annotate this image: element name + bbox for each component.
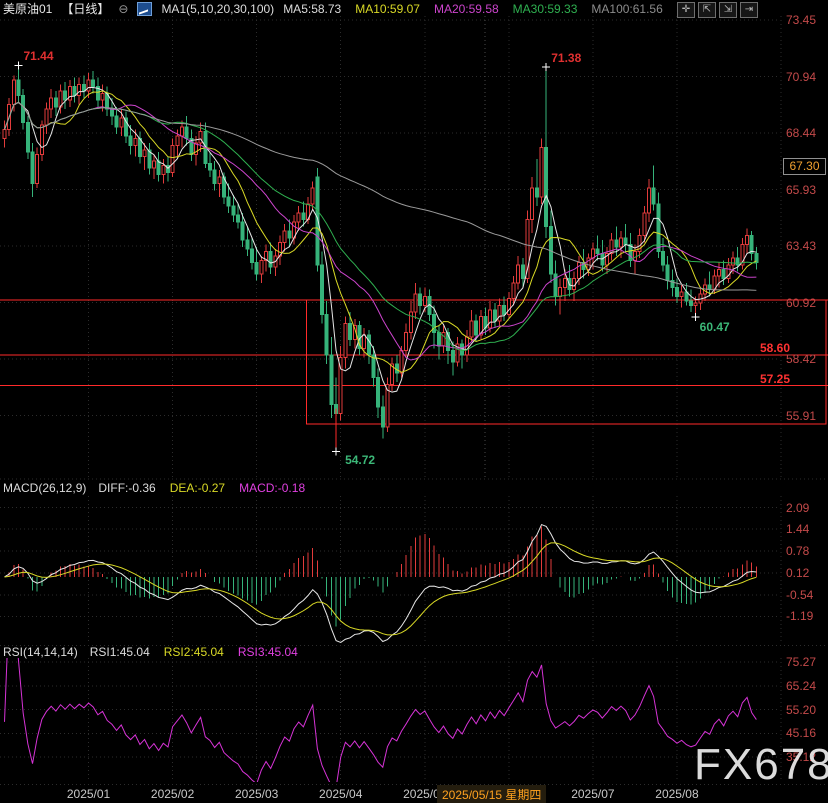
- axis-zoom-out-icon[interactable]: ⇲: [719, 2, 737, 18]
- macd-value-label: MACD:-0.18: [239, 481, 305, 495]
- drawn-line-label: 57.25: [744, 372, 790, 386]
- x-tick-label: 2025/02: [138, 787, 208, 801]
- y-tick-label: 2.09: [786, 501, 828, 515]
- annotation-label: 60.47: [700, 320, 730, 334]
- ma-value-label: MA100:61.56: [591, 2, 662, 16]
- rsi-value-label: RSI1:45.04: [90, 645, 150, 659]
- period-label[interactable]: 【日线】: [61, 0, 109, 17]
- y-tick-label: 70.94: [786, 70, 828, 84]
- y-tick-label: 1.44: [786, 522, 828, 536]
- annotation-label: 71.44: [24, 49, 54, 63]
- symbol-label: 美原油01: [3, 0, 52, 17]
- macd-title[interactable]: MACD(26,12,9): [3, 481, 86, 495]
- x-tick-label: 2025/01: [54, 787, 124, 801]
- x-tick-label: 2025/07: [558, 787, 628, 801]
- watermark: FX678: [694, 740, 828, 790]
- rsi-header: RSI(14,14,14) RSI1:45.04 RSI2:45.04 RSI3:4…: [3, 645, 312, 659]
- chart-canvas[interactable]: [0, 0, 828, 803]
- y-tick-label: 55.91: [786, 409, 828, 423]
- main-chart-header: 美原油01 【日线】 ⊖ MA1(5,10,20,30,100) MA5:58.…: [3, 1, 677, 16]
- x-tick-label: 2025/03: [222, 787, 292, 801]
- annotation-label: 54.72: [345, 453, 375, 467]
- chart-toolbar: ✛⇱⇲⇥: [677, 2, 758, 18]
- ma-value-label: MA5:58.73: [283, 2, 341, 16]
- settings-icon[interactable]: ⊖: [118, 2, 128, 16]
- x-tick-label: 2025/04: [306, 787, 376, 801]
- ma-value-label: MA30:59.33: [513, 2, 578, 16]
- ma-group-label: MA1(5,10,20,30,100): [161, 2, 274, 16]
- ma-value-label: MA20:59.58: [434, 2, 499, 16]
- macd-header: MACD(26,12,9) DIFF:-0.36 DEA:-0.27 MACD:-0…: [3, 481, 319, 495]
- price-crosshair-badge: 67.30: [783, 158, 826, 175]
- y-tick-label: -1.19: [786, 609, 828, 623]
- ma-value-label: MA10:59.07: [355, 2, 420, 16]
- drawn-line-label: 58.60: [744, 341, 790, 355]
- axis-zoom-in-icon[interactable]: ⇱: [698, 2, 716, 18]
- y-tick-label: 75.27: [786, 655, 828, 669]
- date-crosshair-badge: 2025/05/15 星期四: [437, 785, 546, 803]
- macd-value-label: DIFF:-0.36: [98, 481, 155, 495]
- macd-value-label: DEA:-0.27: [170, 481, 225, 495]
- pan-right-icon[interactable]: ⇥: [740, 2, 758, 18]
- annotation-label: 71.38: [551, 51, 581, 65]
- y-tick-label: 55.20: [786, 703, 828, 717]
- y-tick-label: 60.92: [786, 296, 828, 310]
- ma-values: MA5:58.73 MA10:59.07 MA20:59.58 MA30:59.33 M…: [283, 2, 677, 16]
- chart-app: 美原油01 【日线】 ⊖ MA1(5,10,20,30,100) MA5:58.…: [0, 0, 828, 803]
- y-tick-label: 68.44: [786, 126, 828, 140]
- y-tick-label: 65.93: [786, 183, 828, 197]
- move-crosshair-icon[interactable]: ✛: [677, 2, 695, 18]
- y-tick-label: 58.42: [786, 352, 828, 366]
- y-tick-label: 0.78: [786, 544, 828, 558]
- macd-values: DIFF:-0.36 DEA:-0.27 MACD:-0.18: [98, 481, 319, 495]
- rsi-values: RSI1:45.04 RSI2:45.04 RSI3:45.04: [90, 645, 312, 659]
- y-tick-label: 0.12: [786, 566, 828, 580]
- y-tick-label: 45.16: [786, 726, 828, 740]
- y-tick-label: -0.54: [786, 588, 828, 602]
- rsi-value-label: RSI2:45.04: [164, 645, 224, 659]
- mini-chart-icon[interactable]: [137, 2, 152, 16]
- rsi-title[interactable]: RSI(14,14,14): [3, 645, 78, 659]
- rsi-value-label: RSI3:45.04: [238, 645, 298, 659]
- y-tick-label: 65.24: [786, 679, 828, 693]
- y-tick-label: 63.43: [786, 239, 828, 253]
- y-tick-label: 73.45: [786, 13, 828, 27]
